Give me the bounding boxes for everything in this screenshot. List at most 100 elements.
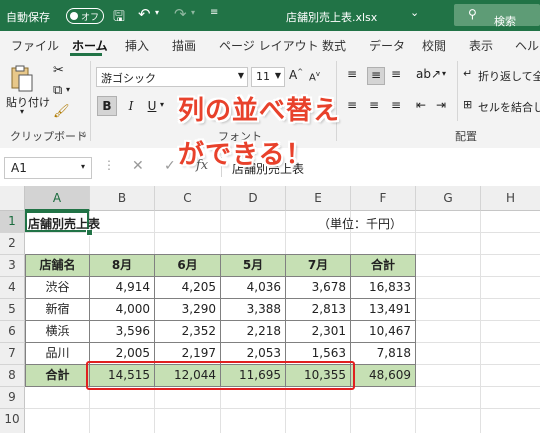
tab-data[interactable]: データ xyxy=(369,37,405,54)
tab-page-layout[interactable]: ページ レイアウト xyxy=(219,37,319,54)
column-header-a[interactable]: A xyxy=(25,186,90,211)
value-cell[interactable]: 4,205 xyxy=(154,276,221,299)
value-cell[interactable]: 3,678 xyxy=(285,276,351,299)
store-name-cell[interactable]: 品川 xyxy=(25,342,90,365)
value-cell[interactable]: 4,000 xyxy=(89,298,155,321)
shrink-font-icon[interactable]: Av xyxy=(309,70,320,83)
column-header-e[interactable]: E xyxy=(286,186,351,211)
bold-button[interactable]: B xyxy=(97,96,117,116)
select-all-corner[interactable] xyxy=(0,186,25,211)
chevron-down-icon: ▾ xyxy=(81,162,86,171)
group-separator xyxy=(457,61,458,121)
enter-icon[interactable]: ✓ xyxy=(164,158,176,174)
value-cell[interactable]: 3,290 xyxy=(154,298,221,321)
column-header-d[interactable]: D xyxy=(221,186,286,211)
align-top-icon[interactable]: ≡ xyxy=(347,67,357,81)
undo-icon[interactable]: ↶ xyxy=(138,5,151,23)
worksheet-grid[interactable]: A B C D E F G H 1 2 3 4 5 6 7 8 9 10 店舗別… xyxy=(0,186,540,433)
row-header-3[interactable]: 3 xyxy=(0,255,25,277)
filename-dropdown-icon[interactable]: ⌄ xyxy=(410,6,419,19)
total-value-cell[interactable]: 48,609 xyxy=(350,364,416,387)
table-header-cell[interactable]: 7月 xyxy=(285,254,351,277)
align-left-icon[interactable]: ≡ xyxy=(347,98,357,112)
customize-qat-icon[interactable]: ≡ xyxy=(210,7,218,18)
name-box[interactable]: A1 ▾ xyxy=(4,157,92,179)
value-cell[interactable]: 2,352 xyxy=(154,320,221,343)
row-header-9[interactable]: 9 xyxy=(0,387,25,409)
underline-button[interactable]: U xyxy=(142,96,162,116)
table-header-cell[interactable]: 6月 xyxy=(154,254,221,277)
alignment-group-label: 配置 xyxy=(455,130,477,143)
value-cell[interactable]: 2,813 xyxy=(285,298,351,321)
undo-dropdown-icon[interactable]: ▾ xyxy=(155,8,159,17)
value-cell[interactable]: 3,596 xyxy=(89,320,155,343)
row-header-8[interactable]: 8 xyxy=(0,365,25,387)
tab-file[interactable]: ファイル xyxy=(11,37,59,54)
tab-home[interactable]: ホーム xyxy=(72,37,108,54)
total-label-cell[interactable]: 合計 xyxy=(25,364,90,387)
column-header-h[interactable]: H xyxy=(481,186,540,211)
search-label: 検索 xyxy=(494,15,516,28)
value-cell[interactable]: 4,914 xyxy=(89,276,155,299)
column-header-c[interactable]: C xyxy=(155,186,221,211)
table-header-cell[interactable]: 5月 xyxy=(220,254,286,277)
align-right-icon[interactable]: ≡ xyxy=(391,98,401,112)
value-cell[interactable]: 16,833 xyxy=(350,276,416,299)
tab-view[interactable]: 表示 xyxy=(469,37,493,54)
paste-dropdown-icon[interactable]: ▾ xyxy=(20,107,24,116)
row-header-6[interactable]: 6 xyxy=(0,321,25,343)
column-header-g[interactable]: G xyxy=(416,186,481,211)
column-header-b[interactable]: B xyxy=(90,186,155,211)
search-box[interactable]: ⚲ 検索 xyxy=(454,4,540,28)
increase-indent-icon[interactable]: ⇥ xyxy=(436,98,446,112)
tab-review[interactable]: 校閲 xyxy=(422,37,446,54)
font-name-select[interactable]: 游ゴシック ▼ xyxy=(96,67,248,87)
clipboard-launcher-icon[interactable]: ↘ xyxy=(80,130,87,139)
orientation-dropdown-icon[interactable]: ▾ xyxy=(442,69,446,78)
row-header-7[interactable]: 7 xyxy=(0,343,25,365)
value-cell[interactable]: 3,388 xyxy=(220,298,286,321)
row-header-10[interactable]: 10 xyxy=(0,409,25,433)
orientation-icon[interactable]: ab↗ xyxy=(416,67,441,81)
italic-button[interactable]: I xyxy=(121,96,141,116)
align-middle-icon[interactable]: ≡ xyxy=(367,67,385,85)
save-icon[interactable]: 🖫 xyxy=(113,6,125,30)
table-header-cell[interactable]: 合計 xyxy=(350,254,416,277)
align-center-icon[interactable]: ≡ xyxy=(369,98,379,112)
grow-font-icon[interactable]: A^ xyxy=(289,68,303,82)
autosave-toggle[interactable]: オフ xyxy=(66,8,104,24)
value-cell[interactable]: 10,467 xyxy=(350,320,416,343)
paste-button[interactable]: 貼り付け xyxy=(6,94,50,110)
underline-dropdown-icon[interactable]: ▾ xyxy=(160,100,164,109)
value-cell[interactable]: 7,818 xyxy=(350,342,416,365)
row-header-2[interactable]: 2 xyxy=(0,233,25,255)
align-bottom-icon[interactable]: ≡ xyxy=(391,67,401,81)
tab-formulas[interactable]: 数式 xyxy=(322,37,346,54)
value-cell[interactable]: 13,491 xyxy=(350,298,416,321)
value-cell[interactable]: 2,218 xyxy=(220,320,286,343)
copy-icon[interactable]: ⧉ xyxy=(53,83,62,98)
value-cell[interactable]: 2,301 xyxy=(285,320,351,343)
font-size-select[interactable]: 11 ▼ xyxy=(251,67,285,87)
tab-draw[interactable]: 描画 xyxy=(172,37,196,54)
cut-icon[interactable]: ✂ xyxy=(53,63,64,78)
wrap-text-button[interactable]: 折り返して全 xyxy=(478,68,540,84)
cancel-icon[interactable]: ✕ xyxy=(132,158,144,174)
store-name-cell[interactable]: 新宿 xyxy=(25,298,90,321)
value-cell[interactable]: 4,036 xyxy=(220,276,286,299)
active-tab-indicator xyxy=(70,53,102,56)
store-name-cell[interactable]: 渋谷 xyxy=(25,276,90,299)
paste-icon[interactable] xyxy=(9,65,35,93)
merge-center-button[interactable]: セルを結合し xyxy=(478,99,540,115)
row-header-5[interactable]: 5 xyxy=(0,299,25,321)
table-header-cell[interactable]: 店舗名 xyxy=(25,254,90,277)
format-painter-icon[interactable]: 🖌 xyxy=(53,104,70,119)
store-name-cell[interactable]: 横浜 xyxy=(25,320,90,343)
decrease-indent-icon[interactable]: ⇤ xyxy=(416,98,426,112)
table-header-cell[interactable]: 8月 xyxy=(89,254,155,277)
row-header-1[interactable]: 1 xyxy=(0,211,25,233)
tab-insert[interactable]: 挿入 xyxy=(125,37,149,54)
copy-dropdown-icon[interactable]: ▾ xyxy=(66,85,70,94)
row-header-4[interactable]: 4 xyxy=(0,277,25,299)
column-header-f[interactable]: F xyxy=(351,186,416,211)
